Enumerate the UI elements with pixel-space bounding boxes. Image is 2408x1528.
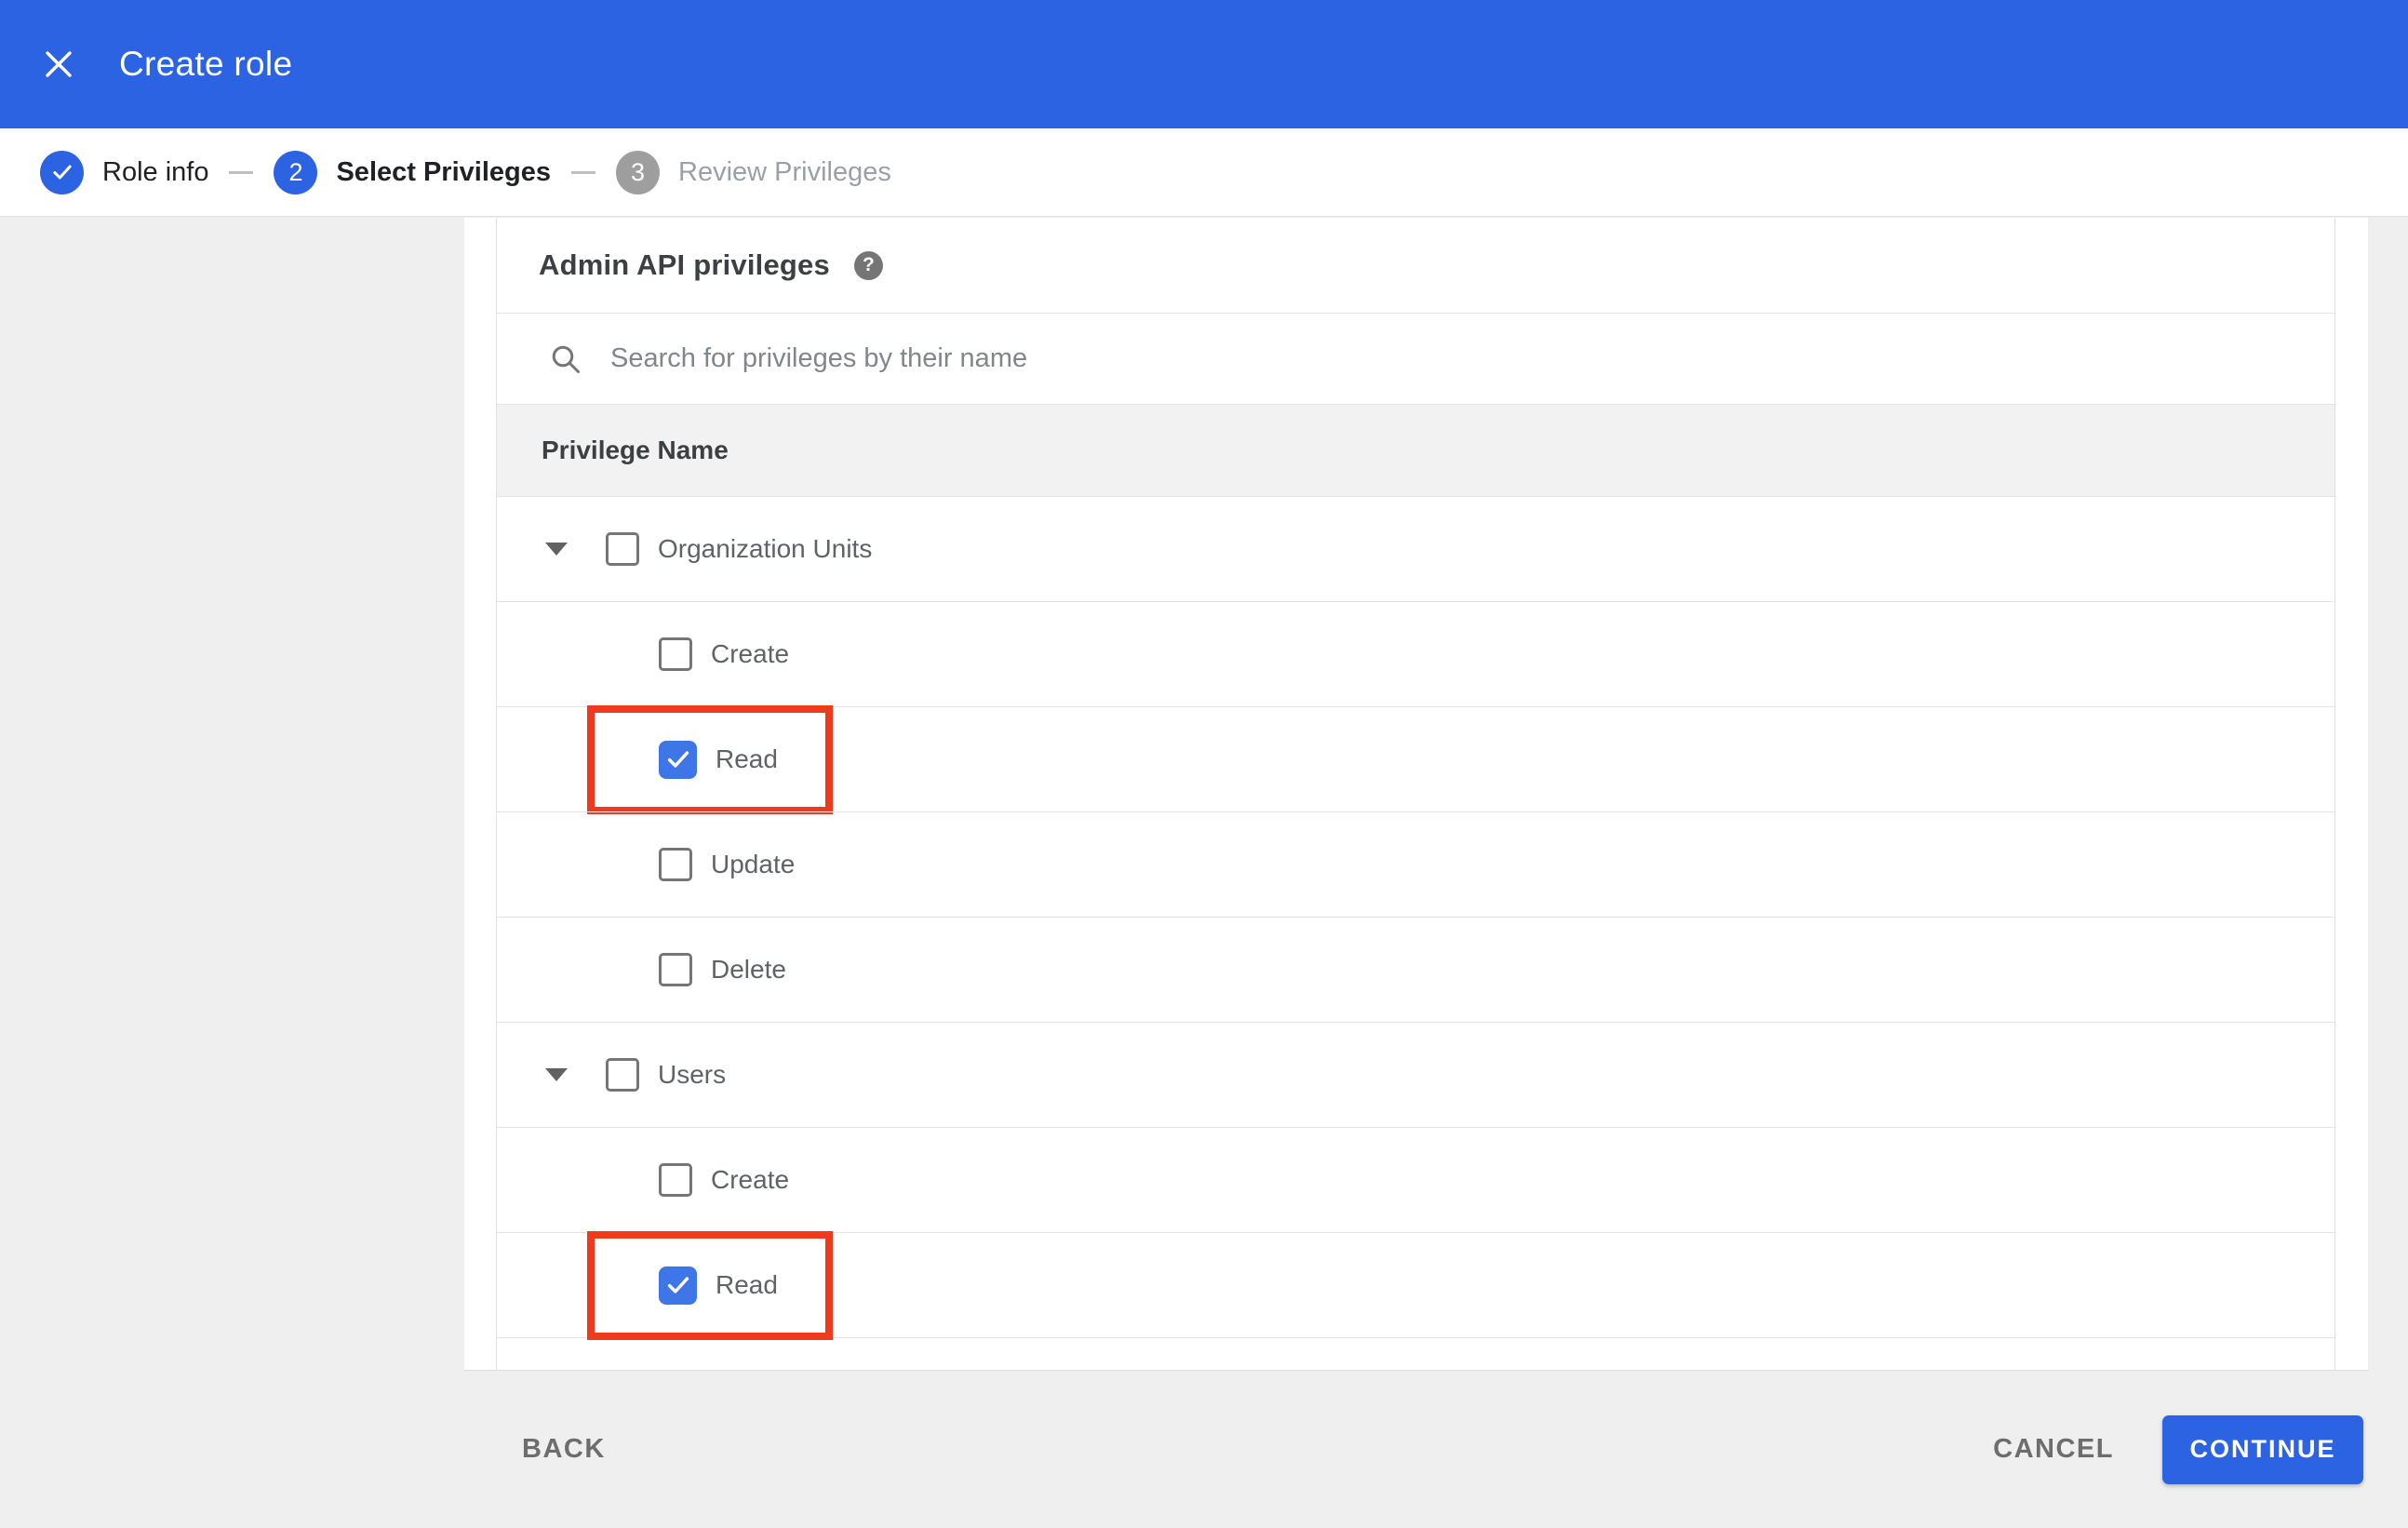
- privilege-row: Read: [497, 1231, 2334, 1340]
- continue-button[interactable]: CONTINUE: [2162, 1414, 2363, 1484]
- app-bar: Create role: [0, 0, 2408, 128]
- content-area: Admin API privileges ? Privilege Name: [0, 218, 2408, 1528]
- privilege-row: Delete: [497, 917, 2334, 1022]
- checkbox-orgunits-delete[interactable]: [659, 953, 692, 986]
- section-heading-row: Admin API privileges ?: [497, 218, 2334, 313]
- privilege-label: Create: [711, 639, 790, 668]
- privilege-search-input[interactable]: [610, 343, 1913, 374]
- checkmark-icon: [667, 751, 689, 768]
- privilege-label: Update: [711, 850, 796, 878]
- checkbox-users-create[interactable]: [659, 1163, 692, 1197]
- collapse-arrow-icon[interactable]: [545, 543, 568, 556]
- step-role-info[interactable]: Role info: [40, 150, 209, 194]
- privilege-row: Read: [497, 705, 2334, 814]
- search-row: [497, 313, 2334, 404]
- privileges-panel: Admin API privileges ? Privilege Name: [464, 218, 2368, 1371]
- privileges-table: Admin API privileges ? Privilege Name: [496, 218, 2335, 1370]
- privilege-row: Update: [497, 811, 2334, 917]
- highlight-box: [587, 1231, 833, 1340]
- checkbox-users-read[interactable]: [659, 1266, 697, 1305]
- step-1-circle: [40, 150, 84, 194]
- help-icon[interactable]: ?: [853, 250, 883, 280]
- step-2-circle: 2: [274, 150, 318, 194]
- step-select-privileges[interactable]: 2 Select Privileges: [274, 150, 551, 194]
- close-icon: [46, 51, 72, 77]
- privilege-group-row: Organization Units: [497, 496, 2334, 601]
- privilege-label: Read: [716, 1270, 778, 1299]
- stepper: Role info 2 Select Privileges 3 Review P…: [0, 128, 2408, 217]
- checkbox-orgunits-update[interactable]: [659, 848, 692, 881]
- back-button[interactable]: BACK: [522, 1434, 606, 1465]
- privilege-group-row: Users: [497, 1022, 2334, 1127]
- privilege-label: Delete: [711, 955, 786, 984]
- section-heading: Admin API privileges: [539, 248, 830, 281]
- step-1-label: Role info: [102, 156, 209, 187]
- check-icon: [52, 165, 72, 180]
- step-separator: [571, 170, 595, 174]
- privilege-row: Create: [497, 601, 2334, 706]
- checkbox-orgunits-read[interactable]: [659, 740, 697, 779]
- privilege-row: Create: [497, 1127, 2334, 1232]
- footer-action-bar: BACK CANCEL CONTINUE: [0, 1371, 2408, 1528]
- step-review-privileges[interactable]: 3 Review Privileges: [616, 150, 891, 194]
- step-3-circle: 3: [616, 150, 660, 194]
- column-header-privilege-name: Privilege Name: [542, 436, 729, 464]
- step-2-label: Select Privileges: [336, 156, 551, 187]
- privilege-label: Organization Units: [658, 534, 873, 563]
- dialog-title: Create role: [119, 45, 293, 83]
- privilege-label: Read: [716, 744, 778, 773]
- checkbox-orgunits-create[interactable]: [659, 637, 692, 671]
- checkbox-users[interactable]: [606, 1058, 639, 1092]
- create-role-dialog: Create role Role info 2 Select Privilege…: [0, 0, 2408, 1528]
- step-separator: [229, 170, 254, 174]
- search-icon: [552, 345, 580, 373]
- close-button[interactable]: [31, 36, 87, 92]
- cancel-button[interactable]: CANCEL: [1993, 1434, 2114, 1465]
- privilege-label: Users: [658, 1060, 727, 1089]
- step-3-label: Review Privileges: [678, 156, 891, 187]
- checkbox-organization-units[interactable]: [606, 532, 639, 566]
- table-header-row: Privilege Name: [497, 404, 2334, 496]
- collapse-arrow-icon[interactable]: [545, 1068, 568, 1081]
- privilege-row-clipped: [497, 1337, 2334, 1370]
- privilege-label: Create: [711, 1165, 790, 1194]
- checkmark-icon: [667, 1277, 689, 1293]
- highlight-box: [587, 705, 833, 814]
